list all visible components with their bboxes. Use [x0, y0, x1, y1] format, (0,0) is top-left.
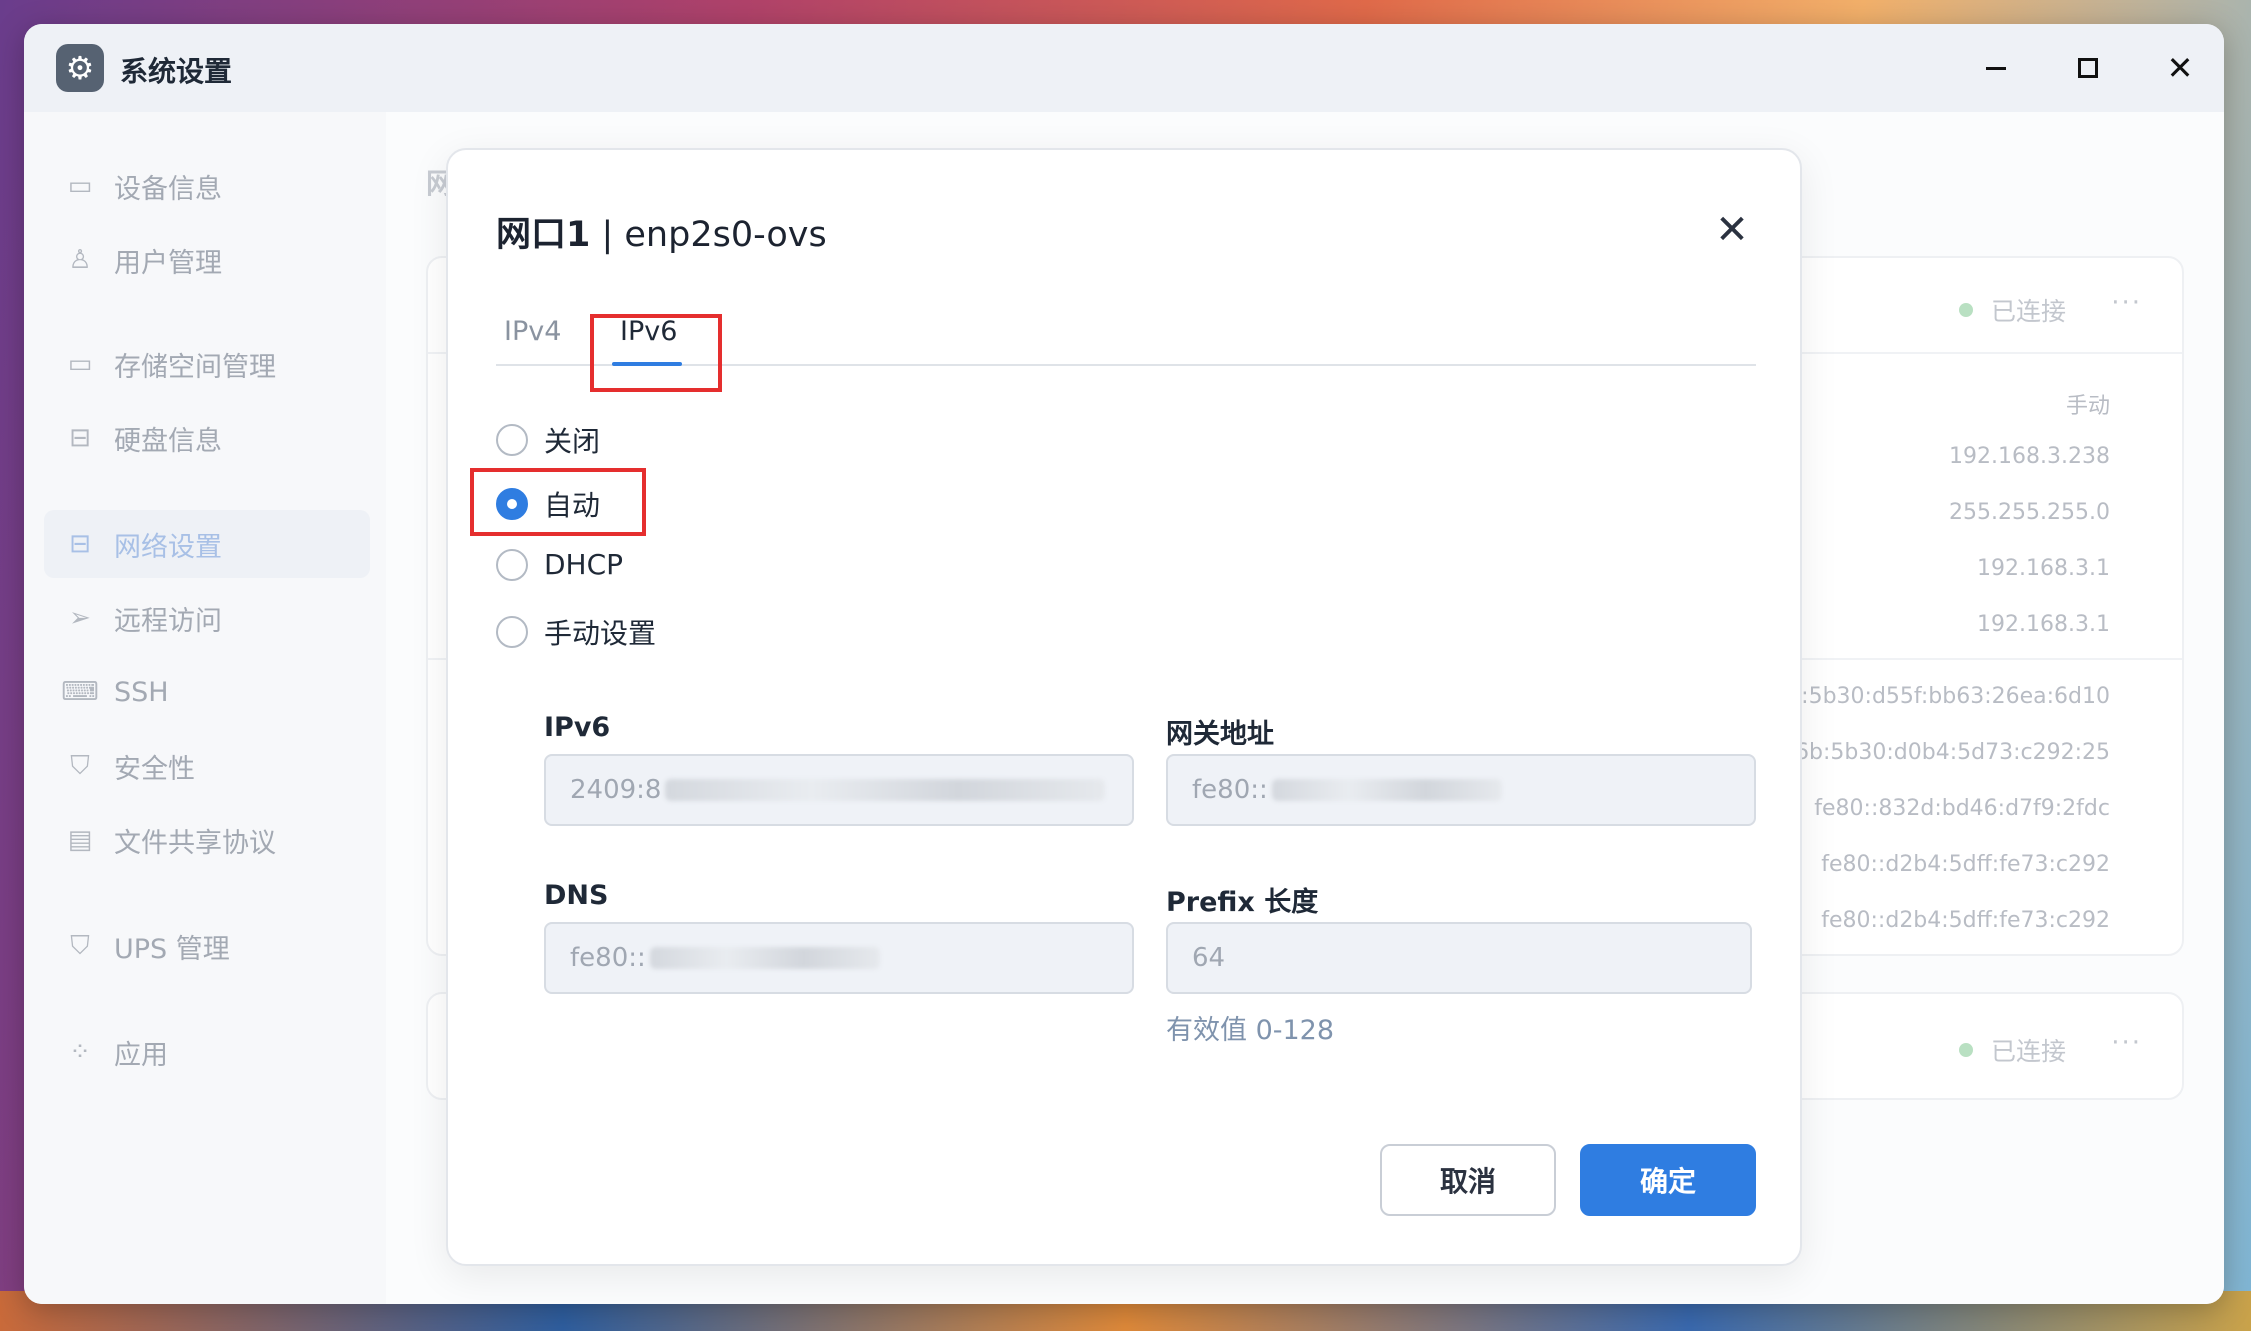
document-icon: ▤ — [67, 825, 93, 855]
ipv6-label: IPv6 — [544, 712, 611, 743]
more-options-icon[interactable]: ··· — [2111, 288, 2142, 318]
sidebar-item-label: 硬盘信息 — [114, 425, 222, 457]
gateway-value: 192.168.3.1 — [1977, 556, 2110, 581]
minimize-button[interactable] — [1970, 42, 2022, 94]
radio-button[interactable] — [496, 616, 528, 648]
sidebar-item-label: 文件共享协议 — [114, 827, 276, 859]
window-title: 系统设置 — [120, 55, 233, 88]
dns-label: DNS — [544, 880, 609, 911]
prefix-hint: 有效值 0-128 — [1166, 1015, 1335, 1046]
dns-input: fe80:: — [544, 922, 1134, 994]
status-dot-icon — [1958, 1043, 1973, 1057]
radio-option-manual[interactable]: 手动设置 — [496, 612, 656, 652]
more-options-icon[interactable]: ··· — [2111, 1028, 2142, 1058]
sidebar-item-label: 设备信息 — [114, 173, 222, 205]
radio-option-dhcp[interactable]: DHCP — [496, 548, 623, 581]
sidebar-item-label: 网络设置 — [114, 531, 222, 563]
sidebar-item-label: 安全性 — [114, 753, 195, 785]
close-icon[interactable]: ✕ — [1712, 210, 1752, 250]
annotation-highlight-radio — [470, 468, 646, 536]
radio-label: 手动设置 — [544, 617, 657, 650]
sidebar-item-drives[interactable]: ⊟ 硬盘信息 — [44, 404, 370, 472]
radio-button[interactable] — [496, 424, 528, 456]
confirm-button[interactable]: 确定 — [1580, 1144, 1756, 1216]
tab-ipv4[interactable]: IPv4 — [504, 316, 561, 347]
sidebar-item-label: 存储空间管理 — [114, 351, 276, 383]
gear-icon: ⚙ — [56, 44, 104, 92]
dns-value: fe80:: — [570, 943, 646, 973]
dns-value: 192.168.3.1 — [1977, 612, 2110, 637]
radio-label: 关闭 — [544, 425, 601, 458]
sidebar-item-device-info[interactable]: ▭ 设备信息 — [44, 152, 370, 220]
radio-label: DHCP — [544, 548, 624, 581]
sidebar-item-ssh[interactable]: ⌨ SSH — [44, 658, 370, 726]
sidebar-item-remote[interactable]: ➢ 远程访问 — [44, 584, 370, 652]
sidebar: ▭ 设备信息 ♙ 用户管理 ▭ 存储空间管理 ⊟ 硬盘信息 ⊟ 网络设置 ➢ 远… — [24, 112, 386, 1304]
cancel-button[interactable]: 取消 — [1380, 1144, 1556, 1216]
sidebar-item-label: 应用 — [114, 1039, 168, 1071]
gateway-input: fe80:: — [1166, 754, 1756, 826]
gateway-value: fe80:: — [1192, 775, 1268, 805]
status-label: 已连接 — [1990, 297, 2066, 326]
sidebar-item-label: 用户管理 — [114, 247, 222, 279]
ipv6-settings-dialog: 网口1 | enp2s0-ovs ✕ IPv4 IPv6 关闭 自动 DHCP … — [446, 148, 1802, 1266]
gateway-label: 网关地址 — [1166, 719, 1274, 750]
status-dot-icon — [1958, 303, 1973, 317]
sidebar-item-label: UPS 管理 — [114, 933, 230, 965]
redacted-value — [1271, 779, 1502, 801]
user-icon: ♙ — [68, 245, 92, 275]
close-window-button[interactable]: ✕ — [2154, 42, 2206, 94]
sidebar-item-storage[interactable]: ▭ 存储空间管理 — [44, 330, 370, 398]
redacted-value — [665, 779, 1106, 801]
maximize-button[interactable] — [2062, 42, 2114, 94]
ip-mode-value: 手动 — [2065, 394, 2110, 419]
terminal-icon: ⌨ — [61, 677, 99, 707]
connection-status: 已连接 — [1958, 1032, 2066, 1068]
shield-check-icon: ⛉ — [70, 750, 90, 781]
sidebar-item-security[interactable]: ⛉ 安全性 — [44, 732, 370, 800]
sidebar-item-users[interactable]: ♙ 用户管理 — [44, 226, 370, 294]
sidebar-item-label: 远程访问 — [114, 605, 222, 637]
radio-button[interactable] — [496, 548, 528, 581]
prefix-label: Prefix 长度 — [1166, 887, 1319, 918]
ipv6-input: 2409:8 — [544, 754, 1134, 826]
ipv6-value: 2409:8 — [570, 775, 662, 805]
radio-option-off[interactable]: 关闭 — [496, 420, 600, 460]
sidebar-item-file-sharing[interactable]: ▤ 文件共享协议 — [44, 806, 370, 874]
prefix-input: 64 — [1166, 922, 1752, 994]
title-bar: ⚙ 系统设置 ✕ — [24, 24, 2224, 112]
connection-status: 已连接 — [1958, 292, 2066, 328]
dialog-title: 网口1 | enp2s0-ovs — [496, 206, 827, 257]
dialog-title-sub: | enp2s0-ovs — [590, 215, 827, 255]
ipv6-link-local-value: fe80::832d:bd46:d7f9:2fdc — [1814, 796, 2110, 821]
storage-icon: ▭ — [67, 349, 93, 379]
send-icon: ➢ — [69, 603, 91, 633]
sidebar-item-ups[interactable]: ⛉ UPS 管理 — [44, 912, 370, 980]
subnet-mask-value: 255.255.255.0 — [1949, 500, 2110, 525]
monitor-icon: ▭ — [67, 171, 93, 201]
ipv6-dns-value: fe80::d2b4:5dff:fe73:c292 — [1821, 908, 2110, 933]
drive-icon: ⊟ — [69, 423, 91, 453]
ip-address-value: 192.168.3.238 — [1949, 444, 2110, 469]
apps-icon: ⁘ — [69, 1037, 91, 1067]
sidebar-item-apps[interactable]: ⁘ 应用 — [44, 1018, 370, 1086]
shield-icon: ⛉ — [70, 930, 90, 961]
network-icon: ⊟ — [69, 529, 91, 559]
sidebar-item-network[interactable]: ⊟ 网络设置 — [44, 510, 370, 578]
annotation-highlight-tab — [590, 314, 722, 392]
status-label: 已连接 — [1990, 1037, 2066, 1066]
redacted-value — [649, 947, 880, 969]
dialog-title-main: 网口1 — [496, 215, 591, 255]
sidebar-item-label: SSH — [114, 676, 169, 708]
ipv6-gateway-value: fe80::d2b4:5dff:fe73:c292 — [1821, 852, 2110, 877]
